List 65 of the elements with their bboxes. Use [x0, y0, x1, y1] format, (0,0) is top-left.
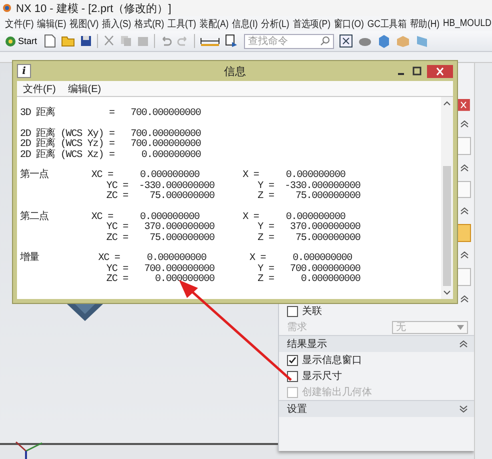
- model-drawing: [67, 304, 103, 322]
- menu-item[interactable]: 首选项(P): [292, 16, 330, 30]
- menu-item[interactable]: 窗口(O): [334, 16, 364, 30]
- collapse-icon[interactable]: [460, 295, 469, 304]
- caret-icon: [457, 324, 464, 330]
- menu-item[interactable]: 分析(L): [261, 16, 290, 30]
- menu-item[interactable]: 文件(F): [5, 16, 34, 30]
- search-icon: [320, 36, 330, 46]
- checkbox-label: 创建输出几何体: [302, 386, 372, 399]
- menu-item[interactable]: HB_MOULD: [443, 18, 492, 29]
- checkbox-label: 关联: [302, 304, 322, 318]
- new-file-icon[interactable]: [44, 34, 56, 48]
- menu-item[interactable]: 格式(R): [134, 16, 164, 30]
- menu-item[interactable]: 文件(F): [23, 82, 56, 96]
- info-line: 第一点 XC = 0.000000000 X = 0.000000000: [20, 171, 346, 181]
- info-line: 第二点 XC = 0.000000000 X = 0.000000000: [20, 212, 346, 222]
- info-line: 增量 XC = 0.000000000 X = 0.000000000: [20, 254, 354, 264]
- info-line: ZC = 75.000000000 Z = 75.000000000: [105, 234, 362, 244]
- info-line: YC = -330.000000000 Y = -330.000000000: [105, 182, 362, 192]
- menu-item[interactable]: 插入(S): [102, 16, 132, 30]
- info-line: YC = 700.000000000 Y = 700.000000000: [105, 264, 362, 274]
- scroll-down-icon: [443, 290, 451, 296]
- start-icon: [5, 36, 16, 46]
- close-icon[interactable]: [457, 99, 470, 111]
- collapse-icon[interactable]: [460, 120, 469, 128]
- ruler-icon[interactable]: [200, 35, 220, 47]
- collapse-icon[interactable]: [460, 207, 469, 216]
- info-line: YC = 370.000000000 Y = 370.000000000: [105, 223, 362, 233]
- fit-view-icon[interactable]: [339, 34, 354, 48]
- window-title: NX 10 - 建模 - [2.prt（修改的）]: [16, 2, 172, 16]
- maximize-button[interactable]: [411, 65, 423, 77]
- menu-item[interactable]: 视图(V): [70, 16, 99, 30]
- collapse-icon[interactable]: [460, 251, 469, 260]
- menu-item[interactable]: 帮助(H): [410, 16, 440, 30]
- section-header[interactable]: 结果显示: [279, 335, 474, 352]
- info-line: 2D 距离 (WCS Xz) = 0.000000000: [20, 150, 202, 161]
- window-title: 信息: [224, 64, 246, 78]
- checkbox[interactable]: [287, 306, 298, 316]
- info-line: ZC = 0.000000000 Z = 0.000000000: [105, 275, 362, 286]
- menu-item[interactable]: 编辑(E): [37, 16, 66, 30]
- start-button[interactable]: Start: [3, 36, 40, 46]
- section-header[interactable]: 设置: [279, 400, 474, 417]
- app-icon: [2, 3, 12, 13]
- close-button[interactable]: [427, 64, 453, 78]
- save-icon[interactable]: [80, 35, 92, 47]
- menu-item[interactable]: GC工具箱: [367, 16, 407, 30]
- checkbox-label: 显示尺寸: [302, 370, 342, 383]
- undo-icon[interactable]: [160, 35, 172, 47]
- scissors-icon[interactable]: [103, 35, 116, 47]
- info-icon[interactable]: [225, 34, 240, 48]
- scroll-up-icon: [443, 100, 451, 106]
- menu-item[interactable]: 装配(A): [200, 16, 229, 30]
- menu-item[interactable]: 信息(I): [232, 16, 258, 30]
- info-line: ZC = 75.000000000 Z = 75.000000000: [105, 192, 362, 202]
- checkbox[interactable]: [287, 354, 298, 366]
- menu-item[interactable]: 编辑(E): [68, 82, 102, 96]
- field-label: 需求: [287, 320, 307, 334]
- info-icon: i: [17, 64, 31, 78]
- info-line: 3D 距离 = 700.000000000: [20, 109, 202, 120]
- info-line: 2D 距离 (WCS Yz) = 700.000000000: [20, 140, 202, 150]
- checkbox-label: 显示信息窗口: [302, 354, 362, 367]
- scrollbar[interactable]: [441, 97, 453, 299]
- collapse-icon[interactable]: [460, 164, 469, 172]
- folder-icon[interactable]: [61, 35, 76, 47]
- menu-item[interactable]: 工具(T): [168, 16, 196, 30]
